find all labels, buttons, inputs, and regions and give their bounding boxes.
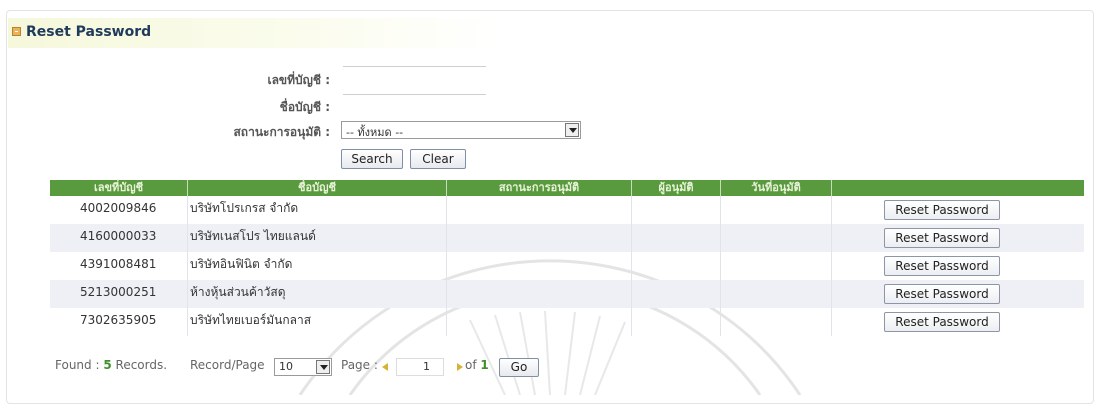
account-no-cell: 5213000251 <box>80 285 157 299</box>
col-account-name: ชื่อบัญชี <box>298 181 336 194</box>
table-row: 4391008481 บริษัทอินฟินิต จำกัด Reset Pa… <box>50 252 1084 280</box>
col-account-no: เลขที่บัญชี <box>93 181 144 194</box>
page-title: Reset Password <box>26 24 152 40</box>
approval-status-label: สถานะการอนุมัติ : <box>233 125 330 139</box>
go-button[interactable]: Go <box>499 358 539 377</box>
table-row: 4160000033 บริษัทเนสโปร ไทยแลนด์ Reset P… <box>50 224 1084 252</box>
reset-password-button[interactable]: Reset Password <box>884 284 1000 304</box>
account-name-label: ชื่อบัญชี : <box>279 100 330 114</box>
account-no-cell: 4160000033 <box>80 229 157 243</box>
total-pages: 1 <box>480 358 489 372</box>
reset-password-button[interactable]: Reset Password <box>884 312 1000 332</box>
account-no-cell: 4002009846 <box>80 201 157 215</box>
table-header: เลขที่บัญชี ชื่อบัญชี สถานะการอนุมัติ ผู… <box>50 180 1084 196</box>
approval-status-value: -- ทั้งหมด -- <box>346 126 404 139</box>
dropdown-arrow-icon[interactable] <box>565 123 579 137</box>
account-no-cell: 4391008481 <box>80 257 157 271</box>
record-page-select[interactable]: 10 <box>274 358 332 376</box>
record-page-label: Record/Page <box>190 358 265 372</box>
account-no-label: เลขที่บัญชี : <box>267 73 330 87</box>
found-prefix: Found : <box>55 358 100 372</box>
found-suffix: Records. <box>115 358 168 372</box>
account-name-input[interactable] <box>343 94 486 95</box>
table-row: 5213000251 ห้างหุ้นส่วนค้าวัสดุ Reset Pa… <box>50 280 1084 308</box>
next-page-icon[interactable] <box>457 363 463 371</box>
page-input[interactable]: 1 <box>396 358 444 376</box>
account-name-cell: บริษัทโปรเกรส จำกัด <box>190 201 299 215</box>
account-name-cell: บริษัทไทยเบอร์มันกลาส <box>190 313 312 327</box>
found-count: 5 <box>103 358 112 372</box>
account-no-cell: 7302635905 <box>80 313 157 327</box>
prev-page-icon[interactable] <box>382 363 388 371</box>
col-approver: ผู้อนุมัติ <box>658 181 694 194</box>
page-label: Page : <box>341 358 378 372</box>
reset-password-button[interactable]: Reset Password <box>884 200 1000 220</box>
account-no-input[interactable] <box>343 66 486 67</box>
reset-password-button[interactable]: Reset Password <box>884 228 1000 248</box>
col-approved-date: วันที่อนุมัติ <box>751 181 801 194</box>
approval-status-select[interactable]: -- ทั้งหมด -- <box>341 121 581 139</box>
record-page-value: 10 <box>279 360 293 373</box>
search-button[interactable]: Search <box>341 149 403 169</box>
of-label: of <box>465 358 477 372</box>
page-value: 1 <box>423 360 430 373</box>
clear-button[interactable]: Clear <box>410 149 466 169</box>
of-pages: of 1 <box>465 355 489 375</box>
table-row: 4002009846 บริษัทโปรเกรส จำกัด Reset Pas… <box>50 196 1084 224</box>
col-approval-status: สถานะการอนุมัติ <box>498 181 580 194</box>
page-header: Reset Password <box>8 18 498 48</box>
account-name-cell: บริษัทอินฟินิต จำกัด <box>190 257 293 271</box>
reset-password-button[interactable]: Reset Password <box>884 256 1000 276</box>
found-records: Found : 5 Records. <box>55 355 167 375</box>
section-icon <box>12 27 21 36</box>
dropdown-arrow-icon[interactable] <box>316 360 330 374</box>
table-row: 7302635905 บริษัทไทยเบอร์มันกลาส Reset P… <box>50 308 1084 336</box>
account-name-cell: บริษัทเนสโปร ไทยแลนด์ <box>190 229 316 243</box>
account-name-cell: ห้างหุ้นส่วนค้าวัสดุ <box>190 285 286 299</box>
